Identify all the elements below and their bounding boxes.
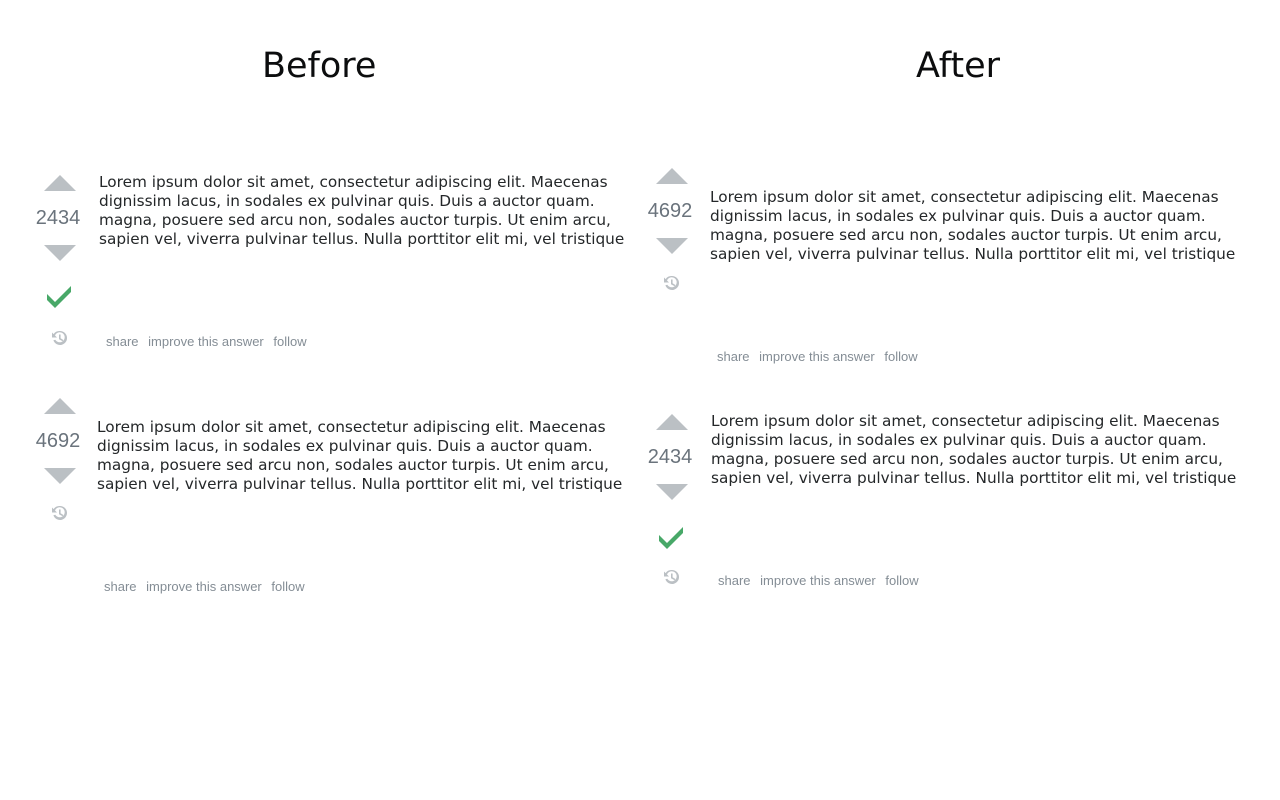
share-link[interactable]: share — [104, 579, 137, 594]
vote-count: 4692 — [35, 430, 81, 452]
share-link[interactable]: share — [717, 349, 750, 364]
post-text-line: Lorem ipsum dolor sit amet, consectetur … — [710, 188, 1219, 206]
follow-link[interactable]: follow — [885, 573, 918, 588]
post-text-line: Lorem ipsum dolor sit amet, consectetur … — [97, 418, 606, 436]
vote-count: 2434 — [35, 207, 81, 229]
history-icon[interactable] — [661, 273, 681, 293]
accepted-check-icon — [47, 286, 71, 308]
post-text: Lorem ipsum dolor sit amet, consectetur … — [710, 188, 1270, 264]
improve-answer-link[interactable]: improve this answer — [759, 349, 875, 364]
vote-up-arrow-icon[interactable] — [44, 175, 76, 191]
vote-count: 4692 — [647, 200, 693, 222]
post-text: Lorem ipsum dolor sit amet, consectetur … — [99, 173, 659, 249]
improve-answer-link[interactable]: improve this answer — [760, 573, 876, 588]
before-heading: Before — [262, 46, 377, 86]
post-menu: share improve this answer follow — [106, 334, 313, 349]
post-menu: share improve this answer follow — [717, 349, 924, 364]
after-heading: After — [916, 46, 1001, 86]
post-text-line: magna, posuere sed arcu non, sodales auc… — [710, 226, 1222, 244]
share-link[interactable]: share — [718, 573, 751, 588]
post-text-line: magna, posuere sed arcu non, sodales auc… — [99, 211, 611, 229]
post-text-line: sapien vel, viverra pulvinar tellus. Nul… — [97, 475, 623, 493]
vote-down-arrow-icon[interactable] — [656, 238, 688, 254]
post-menu: share improve this answer follow — [104, 579, 311, 594]
vote-down-arrow-icon[interactable] — [44, 245, 76, 261]
vote-up-arrow-icon[interactable] — [44, 398, 76, 414]
post-text: Lorem ipsum dolor sit amet, consectetur … — [97, 418, 657, 494]
vote-count: 2434 — [647, 446, 693, 468]
improve-answer-link[interactable]: improve this answer — [148, 334, 264, 349]
post-text-line: sapien vel, viverra pulvinar tellus. Nul… — [711, 469, 1237, 487]
before-answer-1: 2434 Lorem ipsum dolor sit amet, consect… — [34, 170, 644, 360]
post-text-line: Lorem ipsum dolor sit amet, consectetur … — [99, 173, 608, 191]
post-text-line: dignissim lacus, in sodales ex pulvinar … — [710, 207, 1206, 225]
vote-down-arrow-icon[interactable] — [656, 484, 688, 500]
follow-link[interactable]: follow — [273, 334, 306, 349]
follow-link[interactable]: follow — [884, 349, 917, 364]
post-text-line: dignissim lacus, in sodales ex pulvinar … — [97, 437, 593, 455]
vote-up-arrow-icon[interactable] — [656, 168, 688, 184]
before-answer-2: 4692 Lorem ipsum dolor sit amet, consect… — [34, 393, 644, 603]
share-link[interactable]: share — [106, 334, 139, 349]
history-icon[interactable] — [661, 567, 681, 587]
post-text-line: magna, posuere sed arcu non, sodales auc… — [711, 450, 1223, 468]
post-menu: share improve this answer follow — [718, 573, 925, 588]
follow-link[interactable]: follow — [271, 579, 304, 594]
after-answer-2: 2434 Lorem ipsum dolor sit amet, consect… — [646, 409, 1266, 604]
vote-up-arrow-icon[interactable] — [656, 414, 688, 430]
post-text-line: sapien vel, viverra pulvinar tellus. Nul… — [99, 230, 625, 248]
vote-down-arrow-icon[interactable] — [44, 468, 76, 484]
post-text-line: dignissim lacus, in sodales ex pulvinar … — [711, 431, 1207, 449]
post-text-line: Lorem ipsum dolor sit amet, consectetur … — [711, 412, 1220, 430]
accepted-check-icon — [659, 527, 683, 549]
post-text-line: magna, posuere sed arcu non, sodales auc… — [97, 456, 609, 474]
post-text: Lorem ipsum dolor sit amet, consectetur … — [711, 412, 1271, 488]
history-icon[interactable] — [49, 328, 69, 348]
post-text-line: sapien vel, viverra pulvinar tellus. Nul… — [710, 245, 1236, 263]
history-icon[interactable] — [49, 503, 69, 523]
after-answer-1: 4692 Lorem ipsum dolor sit amet, consect… — [646, 163, 1266, 373]
improve-answer-link[interactable]: improve this answer — [146, 579, 262, 594]
post-text-line: dignissim lacus, in sodales ex pulvinar … — [99, 192, 595, 210]
